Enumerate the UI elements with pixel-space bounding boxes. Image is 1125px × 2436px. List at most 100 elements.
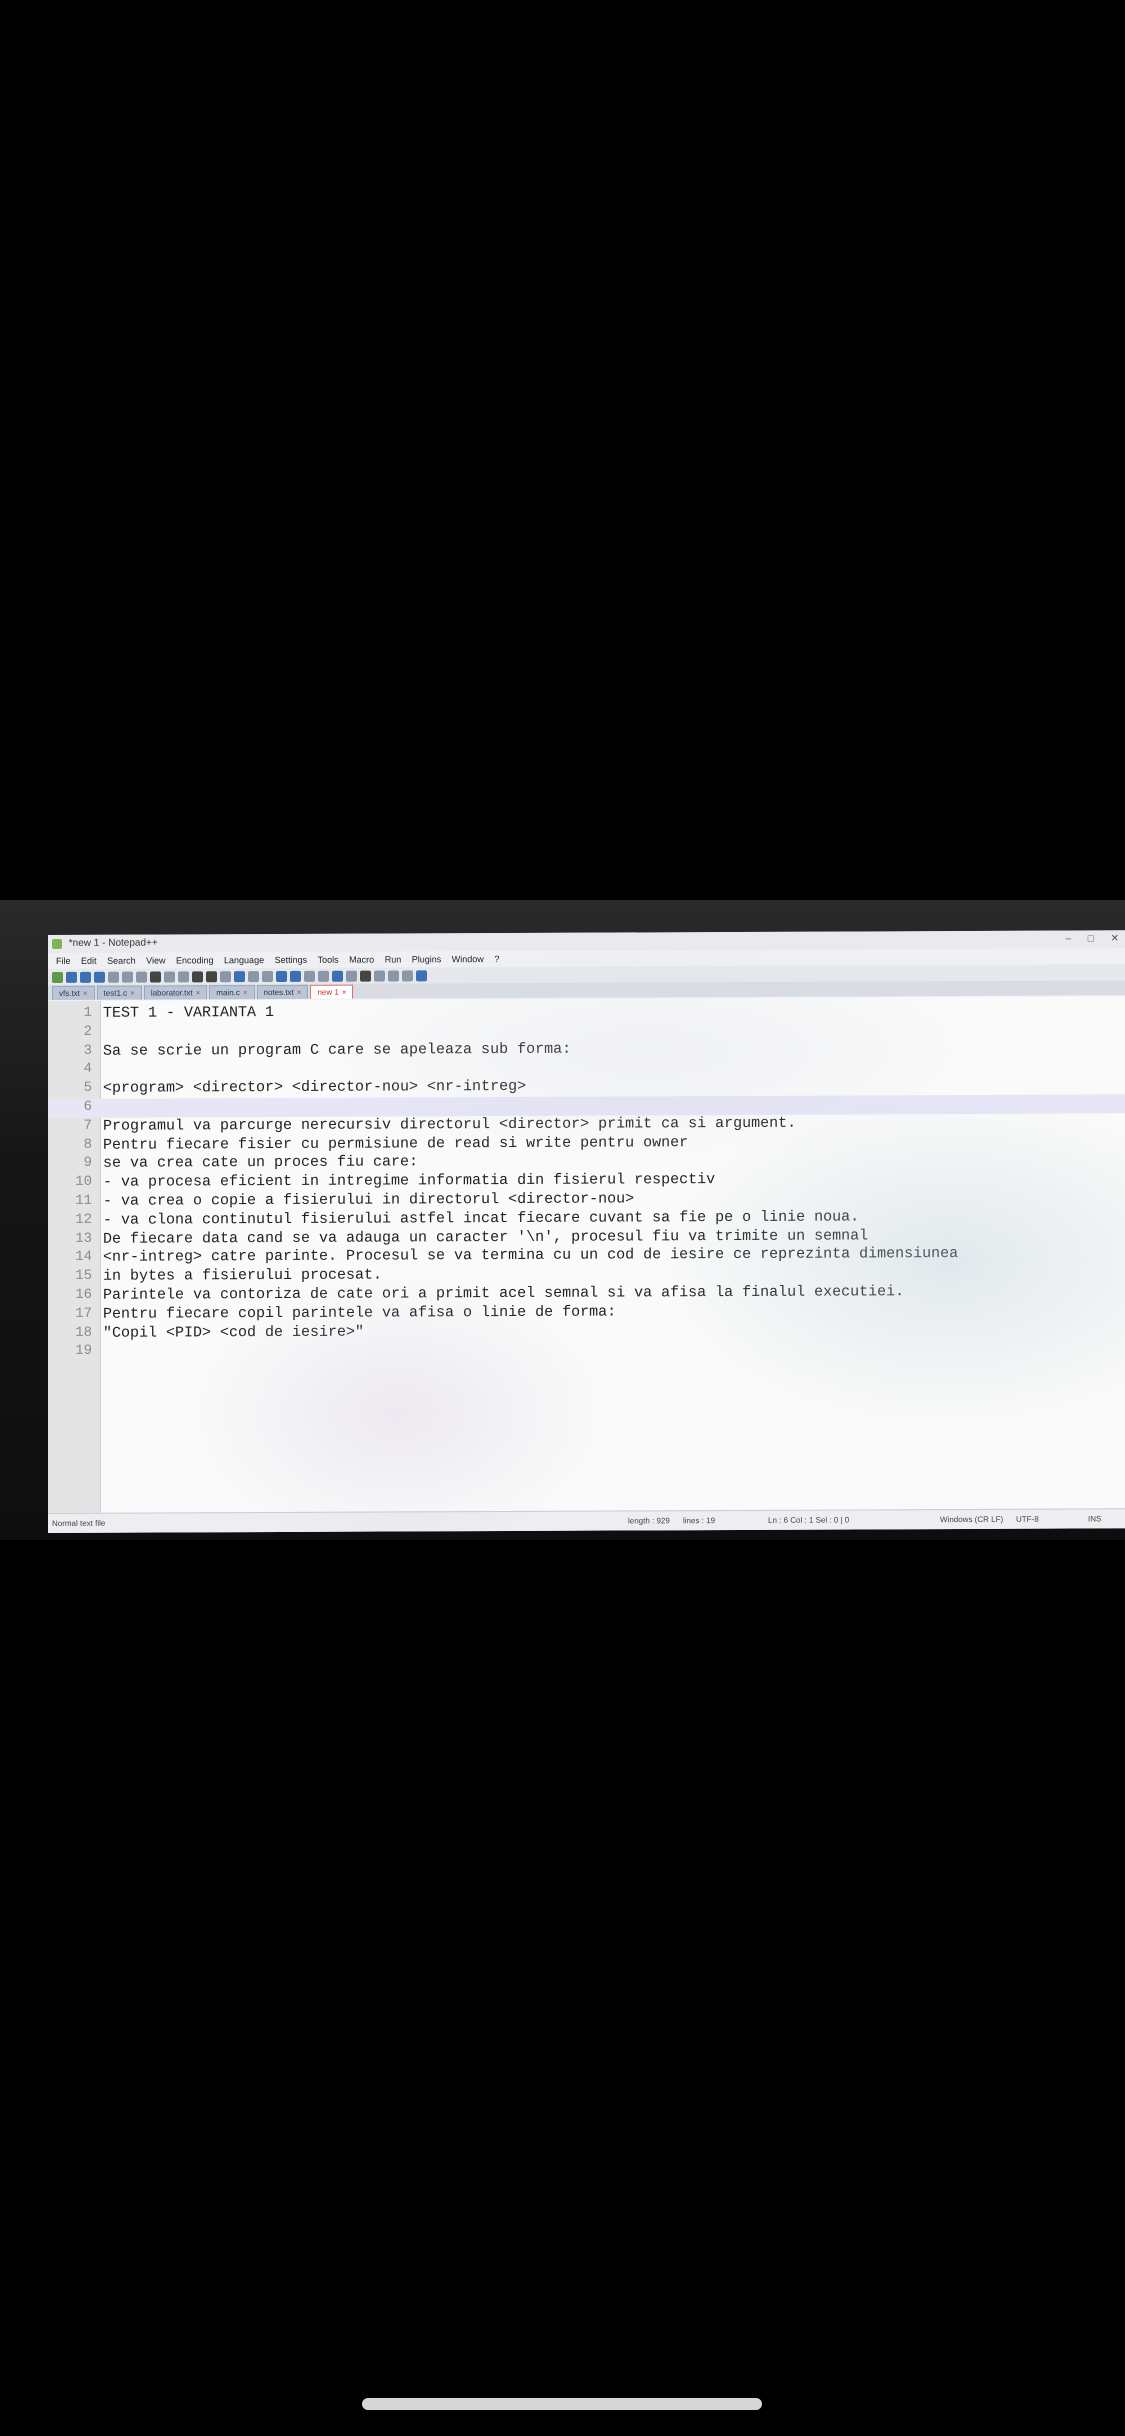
line-number: 12 [75, 1211, 92, 1228]
find-icon[interactable] [220, 970, 231, 982]
eol-format: Windows (CR LF) [940, 1514, 1004, 1525]
menu-view[interactable]: View [146, 955, 165, 965]
print-icon[interactable] [136, 971, 147, 983]
tab-label: new 1 [317, 987, 339, 997]
menu-plugins[interactable]: Plugins [412, 954, 442, 964]
undo-icon[interactable] [192, 970, 203, 982]
close-icon[interactable]: × [297, 988, 302, 997]
length-info: length : 929 [628, 1516, 670, 1526]
close-icon[interactable]: × [243, 988, 248, 997]
line-number: 17 [75, 1305, 92, 1322]
tab-main[interactable]: main.c × [209, 985, 255, 1000]
text-editor[interactable]: 1 TEST 1 - VARIANTA 1 2 3 Sa se scrie un pro… [48, 996, 1125, 1513]
line-number: 8 [83, 1136, 92, 1153]
save-icon[interactable] [80, 971, 91, 983]
line-number: 14 [75, 1249, 92, 1266]
tab-label: laborator.txt [150, 988, 193, 998]
line-number: 16 [75, 1286, 92, 1303]
line-text: - va procesa eficient in intregime infor… [103, 1171, 716, 1191]
file-type: Normal text file [52, 1518, 106, 1528]
line-number: 6 [83, 1098, 92, 1115]
line-text: Sa se scrie un program C care se apeleaz… [103, 1040, 572, 1060]
menu-search[interactable]: Search [107, 956, 136, 966]
minimize-button[interactable]: – [1065, 934, 1071, 945]
indent-guide-icon[interactable] [332, 970, 343, 982]
line-text: Pentru fiecare fisier cu permisiune de r… [103, 1133, 689, 1154]
line-number: 5 [83, 1079, 92, 1097]
line-text: in bytes a fisierului procesat. [103, 1266, 383, 1285]
laptop-screen: *new 1 - Notepad++ – □ ✕ File Edit Searc… [48, 930, 1125, 1533]
line-number: 18 [75, 1324, 92, 1341]
insert-mode: INS [1088, 1514, 1102, 1524]
menu-help[interactable]: ? [494, 954, 499, 964]
save-macro-icon[interactable] [416, 969, 427, 981]
paste-icon[interactable] [178, 970, 189, 982]
line-text: De fiecare data cand se va adauga un car… [103, 1227, 869, 1248]
line-number: 15 [75, 1267, 92, 1285]
cut-icon[interactable] [150, 971, 161, 983]
tab-test1[interactable]: test1.c × [96, 985, 142, 1000]
tab-notes[interactable]: notes.txt × [256, 984, 309, 1000]
save-all-icon[interactable] [94, 971, 105, 983]
function-list-icon[interactable] [346, 970, 357, 982]
home-indicator[interactable] [362, 2398, 762, 2410]
menu-settings[interactable]: Settings [275, 955, 308, 965]
menu-file[interactable]: File [56, 956, 71, 966]
stop-macro-icon[interactable] [374, 970, 385, 982]
menu-run[interactable]: Run [385, 954, 402, 964]
line-number: 2 [83, 1023, 92, 1040]
close-icon[interactable]: × [83, 989, 88, 998]
line-text: se va crea cate un proces fiu care: [103, 1153, 419, 1173]
line-number: 13 [75, 1230, 92, 1247]
window-controls: – □ ✕ [1051, 930, 1119, 948]
menu-edit[interactable]: Edit [81, 956, 97, 966]
close-icon[interactable]: × [130, 989, 135, 998]
open-file-icon[interactable] [66, 971, 77, 983]
tab-label: vfs.txt [59, 988, 80, 998]
zoom-in-icon[interactable] [248, 970, 259, 982]
line-text: Programul va parcurge nerecursiv directo… [103, 1114, 797, 1135]
tab-laborator[interactable]: laborator.txt × [143, 985, 208, 1000]
play-macro-icon[interactable] [388, 969, 399, 982]
line-text: Pentru fiecare copil parintele va afisa … [103, 1303, 617, 1323]
cursor-position: Ln : 6 Col : 1 Sel : 0 | 0 [768, 1515, 850, 1525]
maximize-button[interactable]: □ [1088, 933, 1094, 944]
record-macro-icon[interactable] [360, 970, 371, 982]
line-number: 19 [75, 1343, 92, 1360]
tab-vfs[interactable]: vfs.txt × [52, 985, 95, 1000]
line-text: - va clona continutul fisierului astfel … [103, 1208, 860, 1229]
word-wrap-icon[interactable] [304, 970, 315, 982]
lines-info: lines : 19 [683, 1516, 716, 1526]
menu-encoding[interactable]: Encoding [176, 955, 214, 965]
notepad-app-icon [52, 938, 62, 949]
show-all-chars-icon[interactable] [318, 970, 329, 982]
close-icon[interactable]: × [196, 988, 201, 997]
redo-icon[interactable] [206, 970, 217, 982]
line-text: "Copil <PID> <cod de iesire>" [103, 1323, 365, 1342]
run-macro-icon[interactable] [402, 969, 413, 981]
sync-horizontal-icon[interactable] [290, 970, 301, 982]
line-number: 3 [83, 1042, 92, 1059]
tab-label: test1.c [103, 988, 128, 998]
window-title: *new 1 - Notepad++ [68, 937, 158, 949]
sync-vertical-icon[interactable] [276, 970, 287, 982]
tab-new-1[interactable]: new 1 × [310, 984, 354, 999]
menu-window[interactable]: Window [452, 954, 484, 964]
menu-language[interactable]: Language [224, 955, 264, 965]
close-icon[interactable]: × [342, 988, 347, 997]
menu-tools[interactable]: Tools [318, 955, 339, 965]
copy-icon[interactable] [164, 970, 175, 982]
line-number: 10 [75, 1173, 92, 1191]
zoom-out-icon[interactable] [262, 970, 273, 982]
close-button[interactable]: ✕ [1111, 933, 1119, 944]
close-file-icon[interactable] [108, 971, 119, 983]
line-number: 7 [83, 1117, 92, 1134]
close-all-icon[interactable] [122, 971, 133, 983]
line-number: 4 [83, 1061, 92, 1078]
line-text: TEST 1 - VARIANTA 1 [103, 1004, 275, 1022]
tab-label: main.c [216, 988, 240, 998]
new-file-icon[interactable] [52, 971, 63, 983]
code-line[interactable]: 19 [48, 1339, 1125, 1362]
menu-macro[interactable]: Macro [349, 955, 374, 965]
replace-icon[interactable] [234, 970, 245, 982]
